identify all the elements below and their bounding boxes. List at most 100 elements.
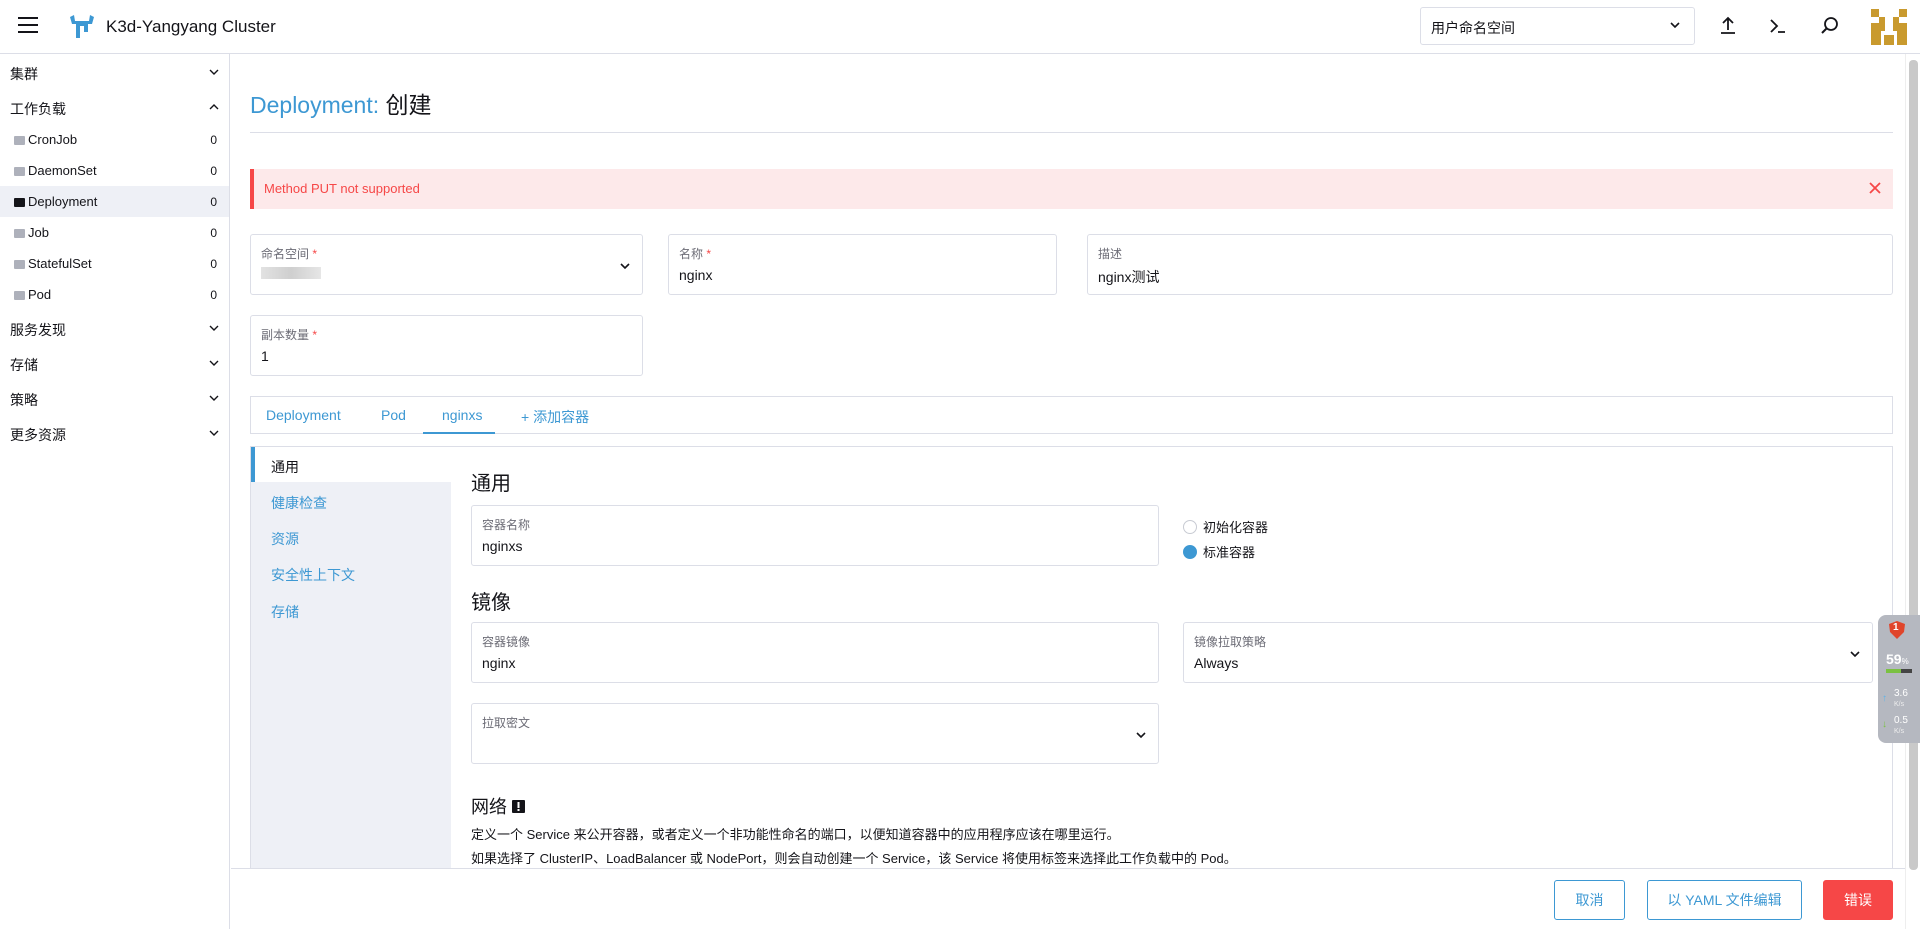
sidebar-group-cluster[interactable]: 集群	[0, 54, 229, 89]
cancel-button[interactable]: 取消	[1554, 880, 1625, 920]
name-value: nginx	[679, 267, 713, 283]
radio-label: 标准容器	[1203, 545, 1256, 560]
sidebar-item-daemonset[interactable]: DaemonSet 0	[0, 155, 229, 186]
sidebar-item-count: 0	[210, 257, 217, 271]
sidebar-item-label: Pod	[28, 287, 52, 302]
scrollbar-thumb[interactable]	[1909, 60, 1918, 870]
chevron-down-icon	[209, 69, 219, 75]
cpu-bar	[1886, 669, 1912, 673]
replicas-field[interactable]: 副本数量 * 1	[250, 315, 643, 376]
radio-label: 初始化容器	[1203, 520, 1269, 535]
chevron-down-icon	[1850, 651, 1860, 658]
folder-icon	[14, 198, 25, 207]
upload-icon[interactable]	[1716, 14, 1740, 38]
page-scrollbar[interactable]	[1905, 54, 1920, 929]
replicas-value: 1	[261, 348, 269, 364]
sidebar-item-count: 0	[210, 288, 217, 302]
sidebar-item-count: 0	[210, 195, 217, 209]
main-content: Deployment: 创建 Method PUT not supported …	[231, 54, 1920, 929]
sidebar-group-workloads[interactable]: 工作负载	[0, 89, 229, 124]
container-name-field[interactable]: 容器名称 nginxs	[471, 505, 1159, 566]
chevron-down-icon	[1136, 732, 1146, 739]
terminal-icon[interactable]	[1766, 14, 1790, 38]
folder-icon	[14, 229, 25, 238]
cpu-percent: 59%	[1886, 651, 1909, 667]
rancher-logo-icon[interactable]	[68, 14, 96, 40]
description-label: 描述	[1098, 247, 1123, 261]
name-field[interactable]: 名称 * nginx	[668, 234, 1057, 295]
replicas-label: 副本数量	[261, 328, 310, 342]
chevron-down-icon	[620, 263, 630, 270]
namespace-select-value: 用户命名空间	[1431, 20, 1515, 36]
container-panel: 通用 健康检查 资源 安全性上下文 存储 通用 容器名称 nginxs 初始化容…	[250, 446, 1893, 929]
tab-deployment[interactable]: Deployment	[266, 407, 341, 423]
side-tab-general[interactable]: 通用	[251, 447, 451, 482]
network-heading: 网络	[471, 793, 526, 819]
sidebar-group-label: 集群	[10, 66, 38, 82]
system-monitor-widget[interactable]: 1 59% ↑ 3.6 K/s ↓ 0.5 K/s	[1878, 615, 1920, 743]
download-speed: 0.5	[1894, 715, 1908, 726]
upload-speed: 3.6	[1894, 688, 1908, 699]
radio-standard-container[interactable]: 标准容器	[1183, 542, 1255, 561]
folder-icon	[14, 167, 25, 176]
sidebar-item-pod[interactable]: Pod 0	[0, 279, 229, 310]
sidebar-item-count: 0	[210, 164, 217, 178]
container-name-value: nginxs	[482, 538, 523, 554]
sidebar-group-label: 存储	[10, 357, 38, 373]
namespace-select-field[interactable]: 命名空间 *	[250, 234, 643, 295]
namespace-label: 命名空间	[261, 247, 310, 261]
general-heading: 通用	[471, 473, 511, 495]
namespace-value-redacted	[261, 267, 321, 279]
network-heading-text: 网络	[471, 797, 507, 817]
sidebar-item-cronjob[interactable]: CronJob 0	[0, 124, 229, 155]
pull-policy-select[interactable]: 镜像拉取策略 Always	[1183, 622, 1873, 683]
namespace-select[interactable]: 用户命名空间	[1420, 7, 1695, 45]
sidebar-group-storage[interactable]: 存储	[0, 345, 229, 380]
tab-nginxs[interactable]: nginxs	[442, 407, 482, 423]
tab-add-container[interactable]: + 添加容器	[521, 407, 589, 427]
required-mark: *	[312, 328, 318, 342]
sidebar-item-job[interactable]: Job 0	[0, 217, 229, 248]
sidebar-item-label: CronJob	[28, 132, 78, 147]
side-tab-security-context[interactable]: 安全性上下文	[251, 555, 451, 590]
avatar[interactable]	[1871, 9, 1907, 45]
page-title-type: Deployment:	[250, 92, 380, 118]
sidebar-group-more-resources[interactable]: 更多资源	[0, 415, 229, 450]
sidebar-item-label: StatefulSet	[28, 256, 92, 271]
cluster-name: K3d-Yangyang Cluster	[106, 17, 276, 36]
container-image-field[interactable]: 容器镜像 nginx	[471, 622, 1159, 683]
network-description-1: 定义一个 Service 来公开容器，或者定义一个非功能性命名的端口，以便知道容…	[471, 827, 1120, 842]
edit-yaml-button[interactable]: 以 YAML 文件编辑	[1647, 880, 1802, 920]
image-heading: 镜像	[471, 592, 511, 614]
radio-circle	[1183, 520, 1197, 534]
pull-secret-label: 拉取密文	[482, 716, 531, 730]
info-icon[interactable]	[512, 800, 526, 813]
folder-icon	[14, 260, 25, 269]
folder-icon	[14, 291, 25, 300]
sidebar-item-statefulset[interactable]: StatefulSet 0	[0, 248, 229, 279]
radio-init-container[interactable]: 初始化容器	[1183, 517, 1268, 536]
side-tab-storage[interactable]: 存储	[251, 592, 451, 627]
side-tab-health-check[interactable]: 健康检查	[251, 483, 451, 518]
hamburger-icon[interactable]	[18, 17, 38, 35]
sidebar-item-label: DaemonSet	[28, 163, 97, 178]
sidebar-item-count: 0	[210, 133, 217, 147]
search-icon[interactable]	[1818, 14, 1842, 38]
sidebar-group-service-discovery[interactable]: 服务发现	[0, 310, 229, 345]
chevron-down-icon	[209, 395, 219, 401]
description-field[interactable]: 描述 nginx测试	[1087, 234, 1893, 295]
cpu-value: 59	[1886, 651, 1902, 667]
container-name-label: 容器名称	[482, 518, 531, 532]
side-tab-resources[interactable]: 资源	[251, 519, 451, 554]
description-value: nginx测试	[1098, 269, 1160, 285]
tab-pod[interactable]: Pod	[381, 407, 406, 423]
close-icon[interactable]	[1867, 180, 1883, 196]
name-label: 名称	[679, 247, 704, 261]
error-button[interactable]: 错误	[1823, 880, 1893, 920]
pull-secret-select[interactable]: 拉取密文	[471, 703, 1159, 764]
sidebar-item-deployment[interactable]: Deployment 0	[0, 186, 229, 217]
error-banner: Method PUT not supported	[250, 169, 1893, 209]
sidebar-group-policy[interactable]: 策略	[0, 380, 229, 415]
container-image-value: nginx	[482, 655, 516, 671]
chevron-down-icon	[209, 430, 219, 436]
